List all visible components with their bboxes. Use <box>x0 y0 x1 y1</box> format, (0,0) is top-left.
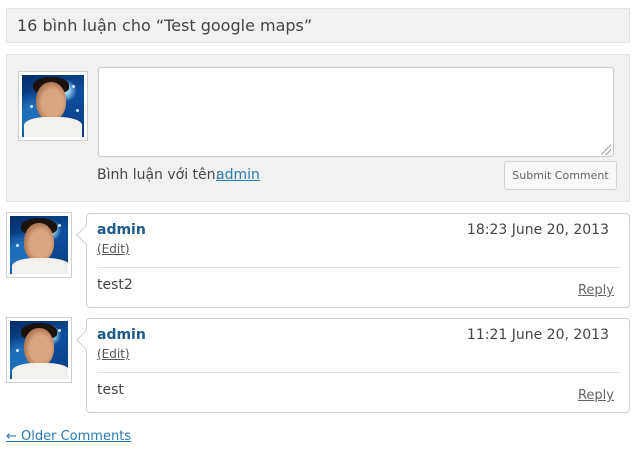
comment-author[interactable]: admin <box>97 222 146 238</box>
commenting-as-user-link[interactable]: admin <box>216 167 260 183</box>
comments-header: 16 bình luận cho “Test google maps” <box>6 8 630 43</box>
commenting-as-label: Bình luận với tên: <box>97 167 221 183</box>
avatar <box>6 317 72 383</box>
comment-item: admin (Edit) 18:23 June 20, 2013 test2 R… <box>76 213 630 308</box>
submit-comment-button[interactable]: Submit Comment <box>504 161 617 190</box>
resize-handle-icon[interactable] <box>601 145 611 155</box>
comment-edit-link[interactable]: (Edit) <box>97 347 130 361</box>
older-comments-link[interactable]: ← Older Comments <box>6 429 131 444</box>
avatar <box>6 212 72 278</box>
comment-date[interactable]: 18:23 June 20, 2013 <box>467 222 609 238</box>
comment-text: test2 <box>97 277 133 293</box>
comment-date[interactable]: 11:21 June 20, 2013 <box>467 327 609 343</box>
comment-item: admin (Edit) 11:21 June 20, 2013 test Re… <box>76 318 630 413</box>
comment-author[interactable]: admin <box>97 327 146 343</box>
avatar <box>18 71 88 141</box>
comments-title: 16 bình luận cho “Test google maps” <box>17 16 313 35</box>
comment-textarea[interactable] <box>98 67 614 157</box>
comment-edit-link[interactable]: (Edit) <box>97 242 130 256</box>
reply-link[interactable]: Reply <box>578 283 614 298</box>
divider <box>97 372 619 373</box>
divider <box>97 267 619 268</box>
reply-link[interactable]: Reply <box>578 388 614 403</box>
comment-text: test <box>97 382 124 398</box>
